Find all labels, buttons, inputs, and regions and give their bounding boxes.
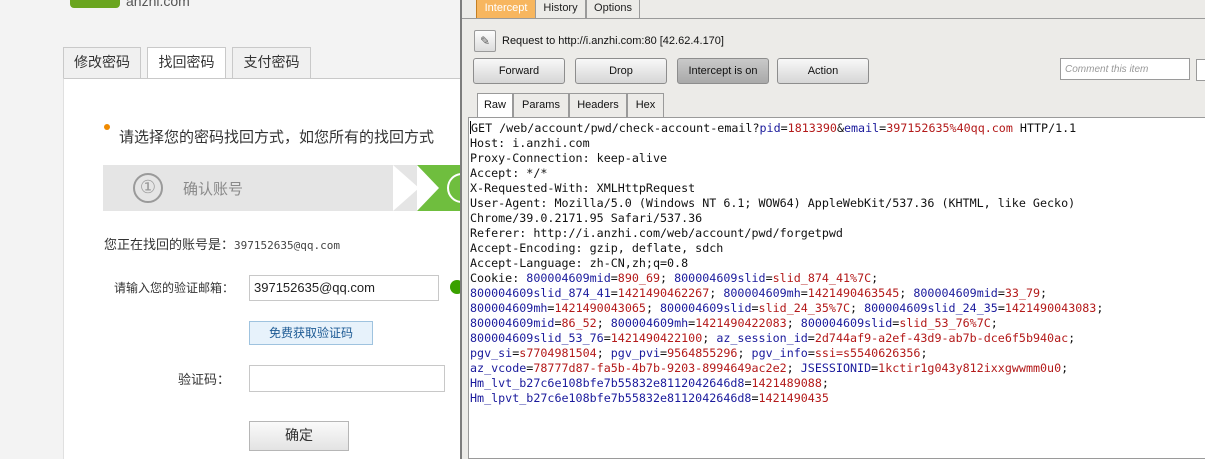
- tab-history[interactable]: History: [535, 0, 586, 19]
- get-code-button[interactable]: 免费获取验证码: [249, 321, 373, 345]
- step1-label: 确认账号: [183, 180, 244, 198]
- confirm-button[interactable]: 确定: [249, 421, 349, 451]
- tab-headers[interactable]: Headers: [569, 93, 627, 117]
- cookie-header: Cookie: 800004609mid=890_69; 800004609sl…: [470, 271, 1205, 406]
- cookie-line: 800004609mid=86_52; 800004609mh=14214904…: [470, 316, 1005, 330]
- header-line: Accept: */*: [470, 166, 548, 180]
- raw-request-editor[interactable]: GET /web/account/pwd/check-account-email…: [468, 117, 1205, 459]
- chevron-icon: [417, 165, 439, 211]
- request-headers: Host: i.anzhi.com Proxy-Connection: keep-…: [470, 136, 1205, 271]
- cookie-line: 800004609slid_874_41=1421490462267; 8000…: [470, 286, 1055, 300]
- step1-number: ①: [133, 173, 163, 203]
- header-line: Host: i.anzhi.com: [470, 136, 590, 150]
- intercept-toggle-button[interactable]: Intercept is on: [677, 58, 769, 84]
- bullet-icon: [104, 124, 110, 130]
- header-line: User-Agent: Mozilla/5.0 (Windows NT 6.1;…: [470, 196, 1076, 210]
- tab-hex[interactable]: Hex: [627, 93, 664, 117]
- edit-pencil-icon[interactable]: ✎: [474, 30, 496, 52]
- account-line: 您正在找回的账号是：397152635@qq.com: [104, 234, 340, 253]
- cookie-line: 800004609mh=1421490043065; 800004609slid…: [470, 301, 1111, 315]
- header-line: Chrome/39.0.2171.95 Safari/537.36: [470, 211, 703, 225]
- code-label: 验证码：: [178, 373, 231, 388]
- tab-payment-password[interactable]: 支付密码: [232, 47, 311, 79]
- drop-button[interactable]: Drop: [575, 58, 667, 84]
- comment-input[interactable]: Comment this item: [1060, 58, 1190, 80]
- cookie-line: az_vcode=78777d87-fa5b-4b7b-9203-8994649…: [470, 361, 1076, 375]
- request-line: GET /web/account/pwd/check-account-email…: [470, 121, 1077, 135]
- cookie-line: 800004609slid_53_76=1421490422100; az_se…: [470, 331, 1083, 345]
- header-line: X-Requested-With: XMLHttpRequest: [470, 181, 696, 195]
- header-line: Proxy-Connection: keep-alive: [470, 151, 668, 165]
- anzhi-logo: [70, 0, 120, 8]
- chevron-icon: [393, 165, 419, 211]
- action-button[interactable]: Action: [777, 58, 869, 84]
- instruction-text: 请选择您的密码找回方式，如您所有的找回方式: [119, 128, 435, 146]
- check-icon: [450, 280, 460, 294]
- tab-intercept[interactable]: Intercept: [476, 0, 536, 19]
- progress-steps: ① 确认账号: [103, 165, 460, 211]
- code-input[interactable]: [249, 365, 445, 392]
- forward-button[interactable]: Forward: [473, 58, 565, 84]
- header-line: Accept-Encoding: gzip, deflate, sdch: [470, 241, 724, 255]
- tab-change-password[interactable]: 修改密码: [63, 47, 141, 79]
- email-label: 请输入您的验证邮箱：: [114, 281, 235, 295]
- tab-raw[interactable]: Raw: [477, 93, 513, 118]
- email-input[interactable]: 397152635@qq.com: [249, 275, 439, 301]
- cookie-line: Hm_lpvt_b27c6e108bfe7b55832e8112042646d8…: [470, 391, 829, 405]
- cookie-line: Cookie: 800004609mid=890_69; 800004609sl…: [470, 271, 886, 285]
- logo-text: anzhi.com: [126, 0, 190, 9]
- divider: [462, 18, 1205, 19]
- header-line: Accept-Language: zh-CN,zh;q=0.8: [470, 256, 689, 270]
- account-value: 397152635@qq.com: [234, 239, 340, 252]
- burp-proxy-window: Intercept History Options ✎ Request to h…: [460, 0, 1205, 459]
- tab-recover-password[interactable]: 找回密码: [147, 47, 226, 80]
- request-label: Request to http://i.anzhi.com:80 [42.62.…: [502, 35, 724, 47]
- highlight-color-picker[interactable]: [1196, 59, 1205, 81]
- tab-options[interactable]: Options: [586, 0, 640, 19]
- cookie-line: Hm_lvt_b27c6e108bfe7b55832e8112042646d8=…: [470, 376, 836, 390]
- cookie-line: pgv_si=s7704981504; pgv_pvi=9564855296; …: [470, 346, 935, 360]
- header-line: Referer: http://i.anzhi.com/web/account/…: [470, 226, 843, 240]
- web-page: anzhi.com 修改密码 找回密码 支付密码 请选择您的密码找回方式，如您所…: [0, 0, 460, 459]
- account-label: 您正在找回的账号是：: [104, 238, 235, 253]
- tab-params[interactable]: Params: [513, 93, 569, 117]
